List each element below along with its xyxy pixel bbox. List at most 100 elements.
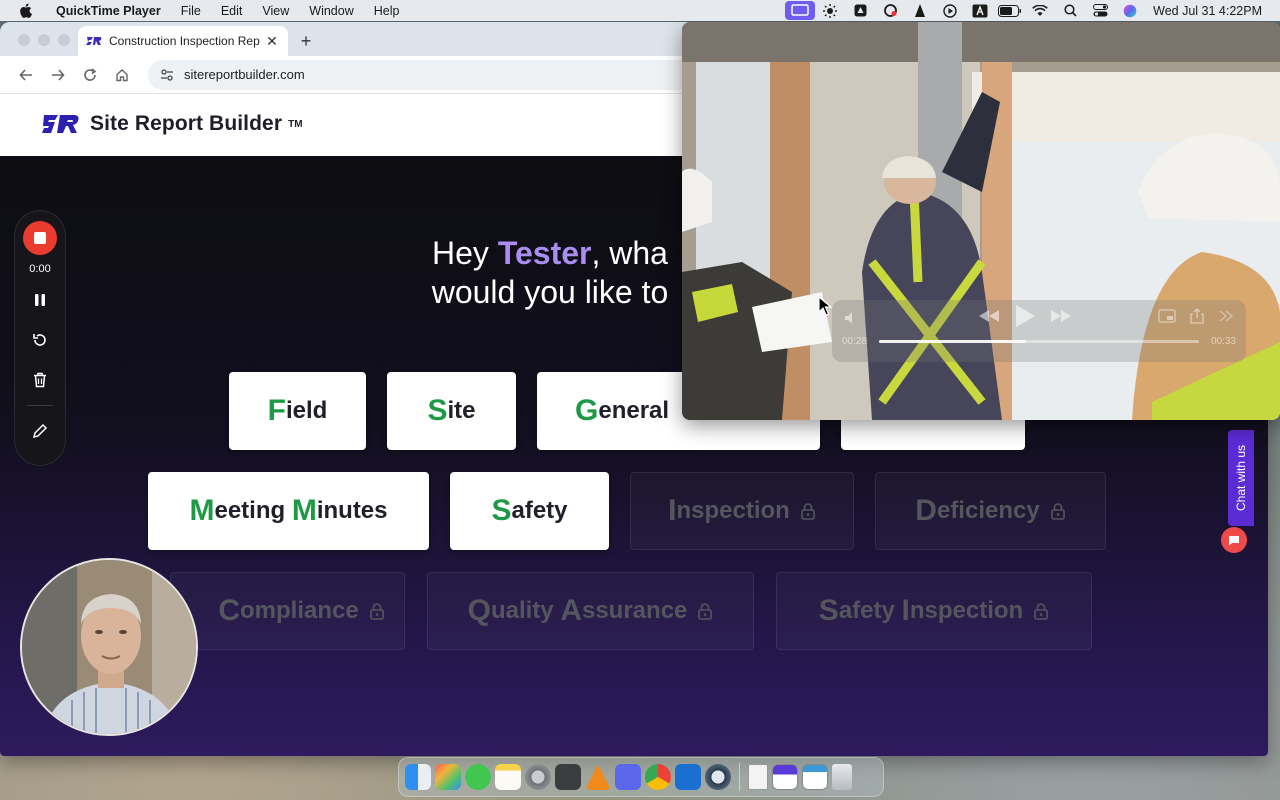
screenshot-thumbnail-icon[interactable]: [772, 764, 798, 790]
battery-icon[interactable]: [995, 0, 1025, 21]
stop-recording-button[interactable]: [23, 221, 57, 255]
lock-icon: [1033, 602, 1049, 620]
site-logo-text[interactable]: Site Report Builder: [90, 112, 282, 136]
card-initial: I: [668, 494, 677, 527]
webcam-person-image: [22, 560, 196, 734]
play-icon[interactable]: [1014, 304, 1036, 333]
controls-divider: [27, 405, 53, 406]
report-type-quality-assurance-locked[interactable]: Quality Assurance: [427, 572, 754, 650]
messages-icon[interactable]: [465, 764, 491, 790]
home-icon[interactable]: [106, 61, 138, 89]
new-tab-button[interactable]: +: [292, 26, 320, 56]
discord-icon[interactable]: [615, 764, 641, 790]
chat-label: Chat with us: [1234, 444, 1248, 512]
cone-icon[interactable]: [905, 0, 935, 21]
recording-timer: 0:00: [29, 263, 51, 275]
apple-menu-icon[interactable]: [16, 2, 34, 20]
system-settings-icon[interactable]: [525, 764, 551, 790]
webcam-bubble[interactable]: [20, 558, 198, 736]
tab-close-icon[interactable]: ✕: [264, 33, 280, 50]
trash-can-icon[interactable]: [832, 764, 852, 790]
forward-icon[interactable]: [42, 61, 74, 89]
card-initial: S: [491, 494, 512, 527]
drive-icon[interactable]: [845, 0, 875, 21]
restart-icon[interactable]: [25, 325, 55, 355]
back-icon[interactable]: [10, 61, 42, 89]
report-type-deficiency-locked[interactable]: Deficiency: [875, 472, 1106, 550]
share-icon[interactable]: [1190, 307, 1204, 329]
video-scrubber[interactable]: [879, 340, 1199, 343]
calculator-icon[interactable]: [555, 764, 581, 790]
minimize-window-button[interactable]: [38, 34, 50, 46]
menu-file[interactable]: File: [171, 4, 211, 18]
card-initial: D: [915, 494, 937, 527]
spotlight-search-icon[interactable]: [1055, 0, 1085, 21]
rewind-icon[interactable]: [978, 309, 1000, 328]
play-circle-icon[interactable]: [935, 0, 965, 21]
address-bar[interactable]: sitereportbuilder.com: [148, 59, 708, 90]
card-initial: C: [218, 594, 240, 627]
control-center-icon[interactable]: [1085, 0, 1115, 21]
pause-icon[interactable]: [25, 285, 55, 315]
report-type-site[interactable]: Site: [387, 372, 516, 450]
card-initial: S: [818, 594, 839, 627]
report-type-safety-inspection-locked[interactable]: Safety Inspection: [776, 572, 1092, 650]
site-logo-icon[interactable]: [42, 112, 80, 136]
tab-construction-inspection[interactable]: Construction Inspection Repo ✕: [78, 26, 288, 56]
quicktime-icon[interactable]: [705, 764, 731, 790]
pencil-icon[interactable]: [25, 416, 55, 446]
menu-help[interactable]: Help: [364, 4, 410, 18]
video-playback-controls: 00:28 00:33: [832, 300, 1246, 362]
chrome-icon[interactable]: [645, 764, 671, 790]
chat-with-us-tab[interactable]: Chat with us: [1228, 430, 1254, 526]
brightness-icon[interactable]: [815, 0, 845, 21]
menu-window[interactable]: Window: [299, 4, 363, 18]
creative-cloud-icon[interactable]: [875, 0, 905, 21]
trash-icon[interactable]: [25, 365, 55, 395]
lock-icon: [369, 602, 385, 620]
notes-icon[interactable]: [495, 764, 521, 790]
report-type-field[interactable]: Field: [229, 372, 366, 450]
zoom-window-button[interactable]: [58, 34, 70, 46]
launchpad-icon[interactable]: [435, 764, 461, 790]
speed-icon[interactable]: [1218, 309, 1234, 328]
document-icon[interactable]: [748, 764, 768, 790]
card-initial-2: A: [560, 594, 582, 627]
mouse-cursor-icon: [818, 296, 832, 316]
dock: [398, 757, 884, 797]
wifi-icon[interactable]: [1025, 0, 1055, 21]
close-window-button[interactable]: [18, 34, 30, 46]
card-label: afety: [511, 497, 568, 524]
report-type-compliance-locked[interactable]: Compliance: [170, 572, 405, 650]
report-type-meeting-minutes[interactable]: Meeting Minutes: [148, 472, 429, 550]
reload-icon[interactable]: [74, 61, 106, 89]
menu-edit[interactable]: Edit: [211, 4, 253, 18]
report-type-safety[interactable]: Safety: [450, 472, 609, 550]
vlc-icon[interactable]: [585, 764, 611, 790]
report-type-inspection-locked[interactable]: Inspection: [630, 472, 854, 550]
tab-title: Construction Inspection Repo: [109, 34, 260, 48]
greeting-hey: Hey: [432, 235, 489, 271]
menu-view[interactable]: View: [252, 4, 299, 18]
quicktime-video-window[interactable]: 00:28 00:33: [682, 22, 1280, 420]
volume-icon[interactable]: [844, 310, 860, 326]
site-info-icon[interactable]: [158, 66, 176, 84]
url-text: sitereportbuilder.com: [184, 67, 305, 82]
finder-icon[interactable]: [405, 764, 431, 790]
fast-forward-icon[interactable]: [1050, 309, 1072, 328]
card-initial: Q: [467, 594, 491, 627]
card-label: afety: [838, 597, 902, 624]
card-label-2: inutes: [316, 497, 388, 524]
card-label: ield: [285, 397, 328, 424]
outlook-icon[interactable]: [675, 764, 701, 790]
card-label: ite: [447, 397, 476, 424]
chat-bubble-icon[interactable]: [1221, 527, 1247, 553]
menu-clock[interactable]: Wed Jul 31 4:22PM: [1145, 4, 1280, 18]
input-source-icon[interactable]: [965, 0, 995, 21]
siri-icon[interactable]: [1115, 0, 1145, 21]
screenshot-thumbnail-icon-2[interactable]: [802, 764, 828, 790]
picture-in-picture-icon[interactable]: [1158, 308, 1176, 328]
screen-recorder-icon[interactable]: [785, 1, 816, 20]
card-label: uality: [490, 597, 561, 624]
menu-app-name[interactable]: QuickTime Player: [46, 4, 171, 18]
